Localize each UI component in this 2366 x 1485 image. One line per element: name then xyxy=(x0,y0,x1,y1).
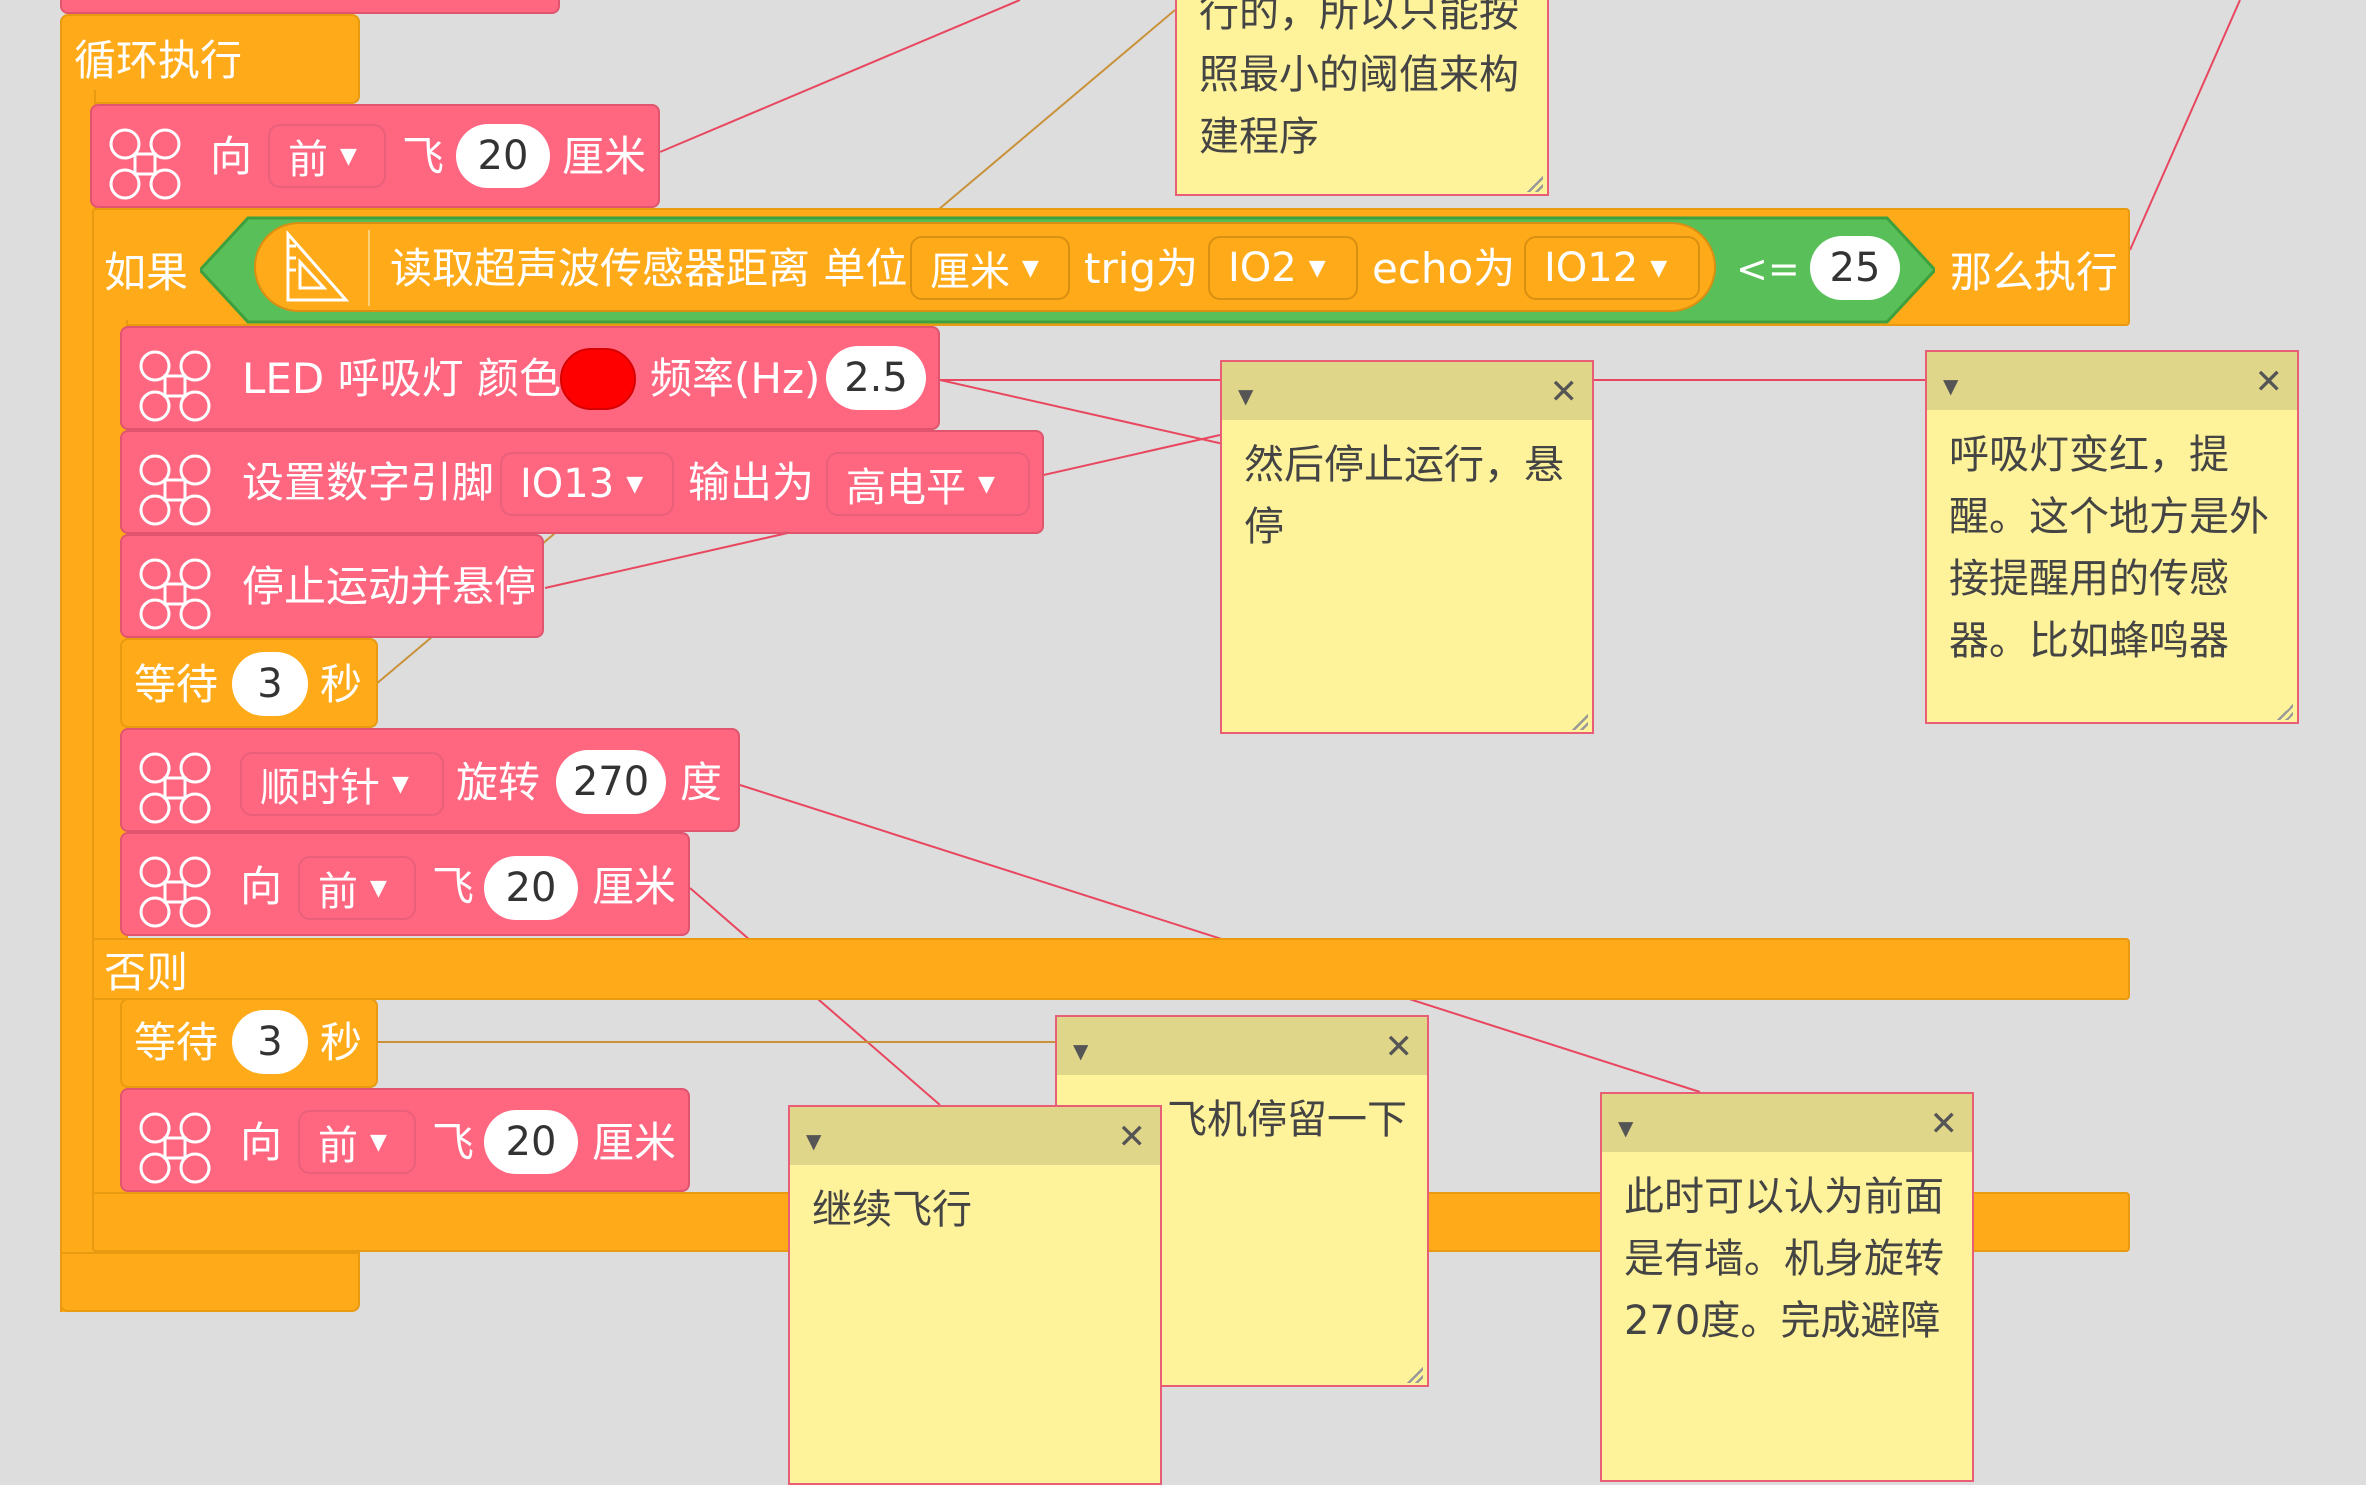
drone-icon xyxy=(109,128,181,200)
fly-unit: 厘米 xyxy=(592,862,677,911)
rotate-degrees-input[interactable]: 270 xyxy=(556,750,666,814)
partial-block-top[interactable] xyxy=(60,0,560,14)
chevron-down-icon: ▼ xyxy=(626,471,644,497)
led-label: LED 呼吸灯 颜色 xyxy=(242,354,561,403)
then-label: 那么执行 xyxy=(1950,248,2119,297)
fly-direction-dropdown[interactable]: 前 ▼ xyxy=(298,1110,416,1174)
chevron-down-icon: ▼ xyxy=(392,771,409,797)
comment-text: 此时可以认为前面 是有墙。机身旋转 270度。完成避障 xyxy=(1624,1174,1944,1344)
wait-unit: 秒 xyxy=(320,1018,363,1067)
resize-handle[interactable] xyxy=(1407,1367,1423,1383)
collapse-triangle-icon[interactable]: ▼ xyxy=(1238,384,1253,408)
comment-header[interactable] xyxy=(1602,1094,1972,1152)
rotate-direction-dropdown[interactable]: 顺时针 ▼ xyxy=(240,752,444,816)
resize-handle[interactable] xyxy=(2277,704,2293,720)
wait-seconds-input[interactable]: 3 xyxy=(232,652,308,716)
led-freq-input[interactable]: 2.5 xyxy=(826,346,926,410)
drone-icon xyxy=(139,752,211,824)
fly-dir-prefix: 向 xyxy=(210,132,253,181)
else-bar xyxy=(92,938,2130,1000)
close-icon[interactable]: ✕ xyxy=(1550,372,1579,412)
threshold-input[interactable]: 25 xyxy=(1810,236,1900,300)
collapse-triangle-icon[interactable]: ▼ xyxy=(1943,374,1958,398)
loop-label: 循环执行 xyxy=(74,36,243,85)
ruler-icon xyxy=(286,230,350,302)
comment-text: 飞机停留一下 xyxy=(1167,1097,1407,1143)
resize-handle[interactable] xyxy=(1527,176,1543,192)
pin-output-label: 输出为 xyxy=(688,458,815,507)
compare-operator[interactable]: <= xyxy=(1736,250,1800,288)
echo-label: echo为 xyxy=(1372,244,1516,293)
chevron-down-icon: ▼ xyxy=(1308,255,1326,281)
close-icon[interactable]: ✕ xyxy=(1930,1104,1959,1144)
resize-handle[interactable] xyxy=(1572,714,1588,730)
fly-distance-input[interactable]: 20 xyxy=(456,124,550,188)
chevron-down-icon: ▼ xyxy=(370,1129,387,1155)
close-icon[interactable]: ✕ xyxy=(1118,1117,1147,1157)
loop-footer xyxy=(60,1252,360,1312)
rotate-unit: 度 xyxy=(680,758,723,807)
pin-label: 设置数字引脚 xyxy=(242,458,495,507)
comment-note[interactable]: ▼ ✕ 此时可以认为前面 是有墙。机身旋转 270度。完成避障 xyxy=(1600,1092,1974,1482)
collapse-triangle-icon[interactable]: ▼ xyxy=(806,1129,821,1153)
fly-verb: 飞 xyxy=(402,132,445,181)
fly-verb: 飞 xyxy=(432,1118,475,1167)
fly-direction-dropdown[interactable]: 前 ▼ xyxy=(298,856,416,920)
fly-distance-input[interactable]: 20 xyxy=(484,1110,578,1174)
else-label: 否则 xyxy=(104,948,189,997)
pin-dropdown[interactable]: IO13 ▼ xyxy=(500,452,674,516)
fly-dir-prefix: 向 xyxy=(240,862,283,911)
chevron-down-icon: ▼ xyxy=(1022,255,1039,281)
comment-note[interactable]: ▼ ✕ 呼吸灯变红，提 醒。这个地方是外 接提醒用的传感 器。比如蜂鸣器 xyxy=(1925,350,2299,724)
trig-pin-dropdown[interactable]: IO2 ▼ xyxy=(1208,236,1358,300)
chevron-down-icon: ▼ xyxy=(340,143,357,169)
drone-icon xyxy=(139,1112,211,1184)
chevron-down-icon: ▼ xyxy=(370,875,387,901)
sensor-unit-dropdown[interactable]: 厘米 ▼ xyxy=(910,236,1070,300)
fly-distance-input[interactable]: 20 xyxy=(484,856,578,920)
wait-seconds-input[interactable]: 3 xyxy=(232,1010,308,1074)
pin-level-dropdown[interactable]: 高电平 ▼ xyxy=(826,452,1030,516)
fly-unit: 厘米 xyxy=(562,132,647,181)
comment-text: 继续飞行 xyxy=(812,1187,972,1233)
comment-text: 呼吸灯变红，提 醒。这个地方是外 接提醒用的传感 器。比如蜂鸣器 xyxy=(1949,432,2269,664)
comment-header[interactable] xyxy=(790,1107,1160,1165)
trig-label: trig为 xyxy=(1084,244,1199,293)
wait-unit: 秒 xyxy=(320,660,363,709)
wait-label: 等待 xyxy=(134,660,219,709)
fly-verb: 飞 xyxy=(432,862,475,911)
drone-icon xyxy=(139,350,211,422)
close-icon[interactable]: ✕ xyxy=(2255,362,2284,402)
drone-icon xyxy=(139,558,211,630)
hover-label: 停止运动并悬停 xyxy=(242,562,537,611)
fly-dir-prefix: 向 xyxy=(240,1118,283,1167)
comment-header[interactable] xyxy=(1927,352,2297,410)
sensor-text: 读取超声波传感器距离 单位 xyxy=(390,244,908,293)
if-label: 如果 xyxy=(104,248,189,297)
drone-icon xyxy=(139,856,211,928)
fly-unit: 厘米 xyxy=(592,1118,677,1167)
collapse-triangle-icon[interactable]: ▼ xyxy=(1073,1039,1088,1063)
led-color-swatch[interactable] xyxy=(560,348,636,410)
comment-note[interactable]: ▼ ✕ 然后停止运行，悬 停 xyxy=(1220,360,1594,734)
comment-note[interactable]: 行的，所以只能按 照最小的阈值来构 建程序 xyxy=(1175,0,1549,196)
comment-text: 行的，所以只能按 照最小的阈值来构 建程序 xyxy=(1199,0,1519,160)
rotate-label: 旋转 xyxy=(456,758,541,807)
echo-pin-dropdown[interactable]: IO12 ▼ xyxy=(1524,236,1700,300)
collapse-triangle-icon[interactable]: ▼ xyxy=(1618,1116,1633,1140)
loop-body-bar xyxy=(60,90,96,1312)
wait-label: 等待 xyxy=(134,1018,219,1067)
comment-header[interactable] xyxy=(1222,362,1592,420)
drone-icon xyxy=(139,454,211,526)
sensor-divider xyxy=(368,230,370,306)
led-freq-label: 频率(Hz) xyxy=(650,354,821,403)
comment-note[interactable]: ▼ ✕ 继续飞行 xyxy=(788,1105,1162,1485)
comment-text: 然后停止运行，悬 停 xyxy=(1244,442,1564,550)
chevron-down-icon: ▼ xyxy=(1650,255,1668,281)
comment-header[interactable] xyxy=(1057,1017,1427,1075)
fly-direction-dropdown[interactable]: 前 ▼ xyxy=(268,124,386,188)
chevron-down-icon: ▼ xyxy=(978,471,995,497)
close-icon[interactable]: ✕ xyxy=(1385,1027,1414,1067)
